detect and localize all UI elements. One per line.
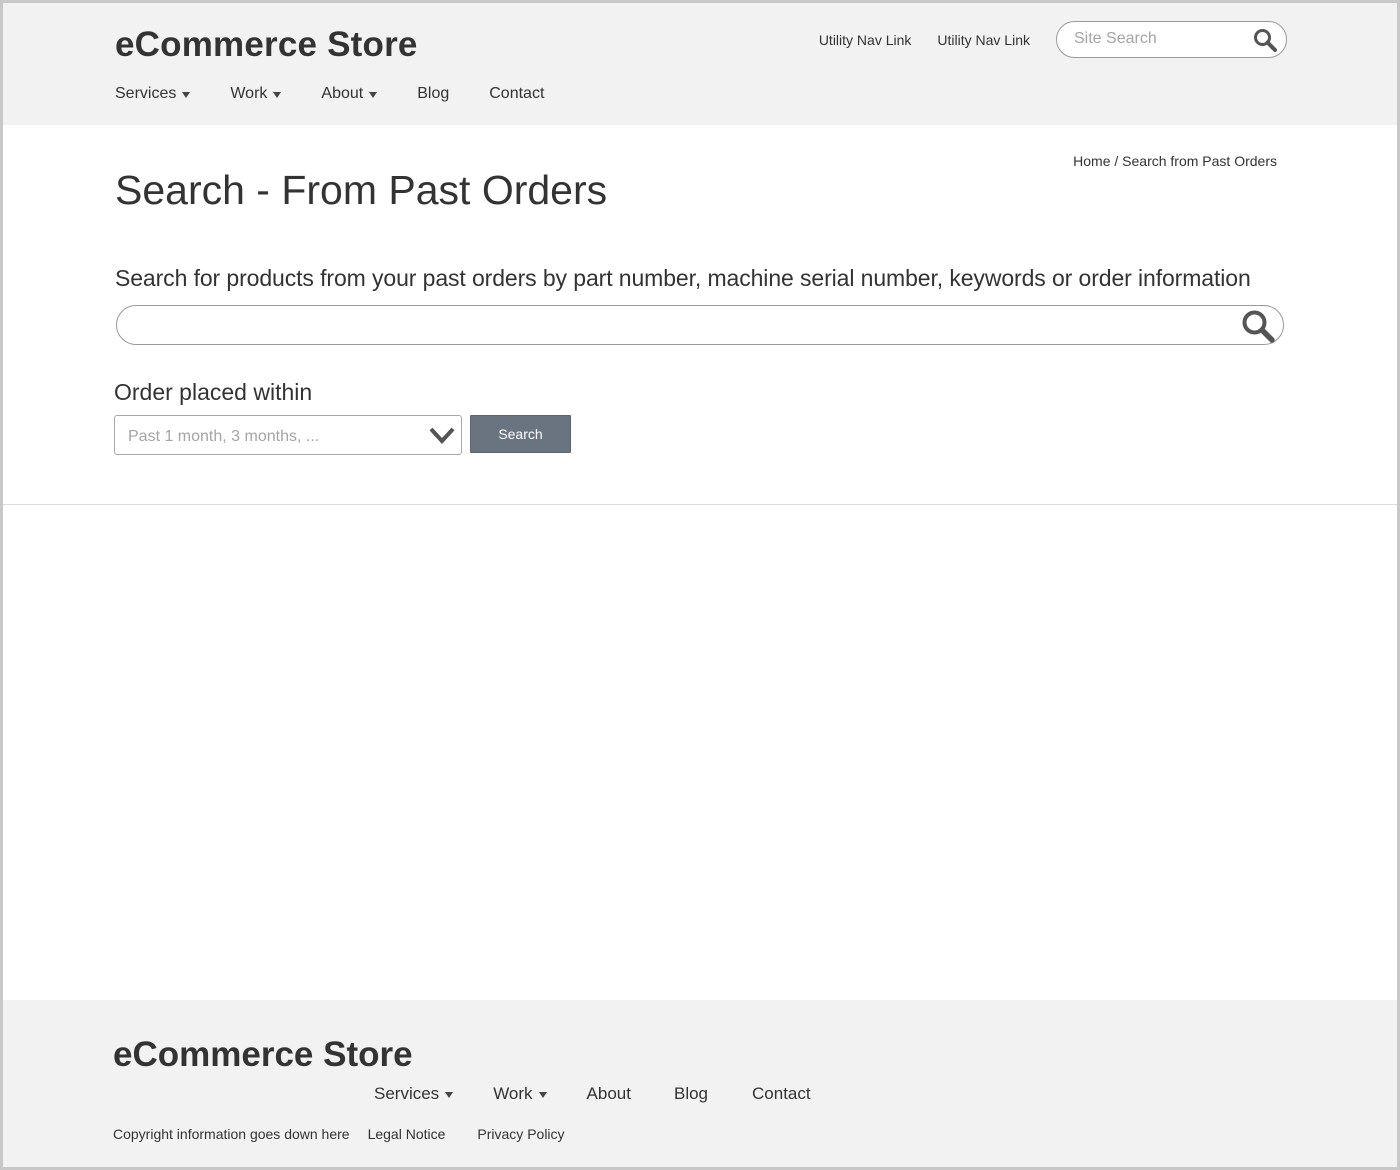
nav-item-label: Contact (489, 85, 545, 102)
site-search (1056, 21, 1287, 58)
nav-item-label: About (586, 1084, 631, 1103)
nav-item-label: Services (374, 1084, 440, 1103)
search-icon[interactable] (1253, 28, 1277, 52)
utility-nav: Utility Nav Link Utility Nav Link (819, 21, 1287, 58)
order-placed-within-label: Order placed within (114, 379, 313, 405)
search-button[interactable]: Search (470, 415, 571, 453)
breadcrumb-separator: / (1110, 153, 1123, 169)
site-search-input[interactable] (1074, 30, 1244, 48)
nav-item-label: Services (115, 85, 177, 102)
search-icon[interactable] (1241, 309, 1275, 343)
nav-item-label: Work (493, 1084, 533, 1103)
past-orders-search (116, 305, 1284, 345)
footer-nav-item-contact[interactable]: Contact (752, 1084, 811, 1104)
nav-item-work[interactable]: Work (230, 85, 282, 103)
brand-logo[interactable]: eCommerce Store (115, 25, 418, 65)
nav-item-services[interactable]: Services (115, 85, 191, 103)
breadcrumb-current: Search from Past Orders (1122, 153, 1277, 169)
copyright-text: Copyright information goes down here (113, 1126, 350, 1142)
breadcrumb: Home / Search from Past Orders (1073, 153, 1277, 169)
content-divider (3, 504, 1397, 505)
main-nav: Services Work About Blog Contact (115, 85, 584, 103)
past-orders-search-input[interactable] (137, 315, 1237, 335)
page-frame: eCommerce Store Utility Nav Link Utility… (0, 0, 1400, 1170)
site-header: eCommerce Store Utility Nav Link Utility… (3, 3, 1397, 125)
select-placeholder: Past 1 month, 3 months, ... (128, 428, 320, 445)
order-placed-within-select[interactable]: Past 1 month, 3 months, ... (114, 415, 462, 455)
footer-legal: Copyright information goes down here Leg… (113, 1126, 583, 1142)
footer-nav-item-work[interactable]: Work (493, 1084, 547, 1104)
page-title: Search - From Past Orders (115, 167, 608, 213)
site-footer: eCommerce Store Services Work About Blog… (3, 1000, 1397, 1167)
utility-nav-link-2[interactable]: Utility Nav Link (937, 32, 1030, 48)
caret-down-icon (182, 91, 191, 98)
nav-item-about[interactable]: About (321, 85, 378, 103)
caret-down-icon (273, 91, 282, 98)
footer-nav-item-blog[interactable]: Blog (674, 1084, 708, 1104)
footer-nav: Services Work About Blog Contact (374, 1084, 851, 1104)
search-instructions: Search for products from your past order… (115, 265, 1251, 291)
utility-nav-link-1[interactable]: Utility Nav Link (819, 32, 912, 48)
caret-down-icon (538, 1091, 547, 1098)
legal-notice-link[interactable]: Legal Notice (368, 1126, 446, 1142)
caret-down-icon (369, 91, 378, 98)
nav-item-label: Contact (752, 1084, 811, 1103)
nav-item-contact[interactable]: Contact (489, 85, 544, 103)
footer-brand-logo[interactable]: eCommerce Store (113, 1035, 413, 1075)
nav-item-label: Blog (417, 85, 450, 102)
footer-nav-item-about[interactable]: About (587, 1084, 631, 1104)
caret-down-icon (445, 1091, 454, 1098)
privacy-policy-link[interactable]: Privacy Policy (477, 1126, 564, 1142)
chevron-down-icon (429, 427, 455, 444)
nav-item-label: About (321, 85, 364, 102)
nav-item-label: Blog (673, 1084, 709, 1103)
footer-nav-item-services[interactable]: Services (374, 1084, 454, 1104)
breadcrumb-home-link[interactable]: Home (1073, 153, 1110, 169)
nav-item-blog[interactable]: Blog (417, 85, 449, 103)
nav-item-label: Work (230, 85, 268, 102)
